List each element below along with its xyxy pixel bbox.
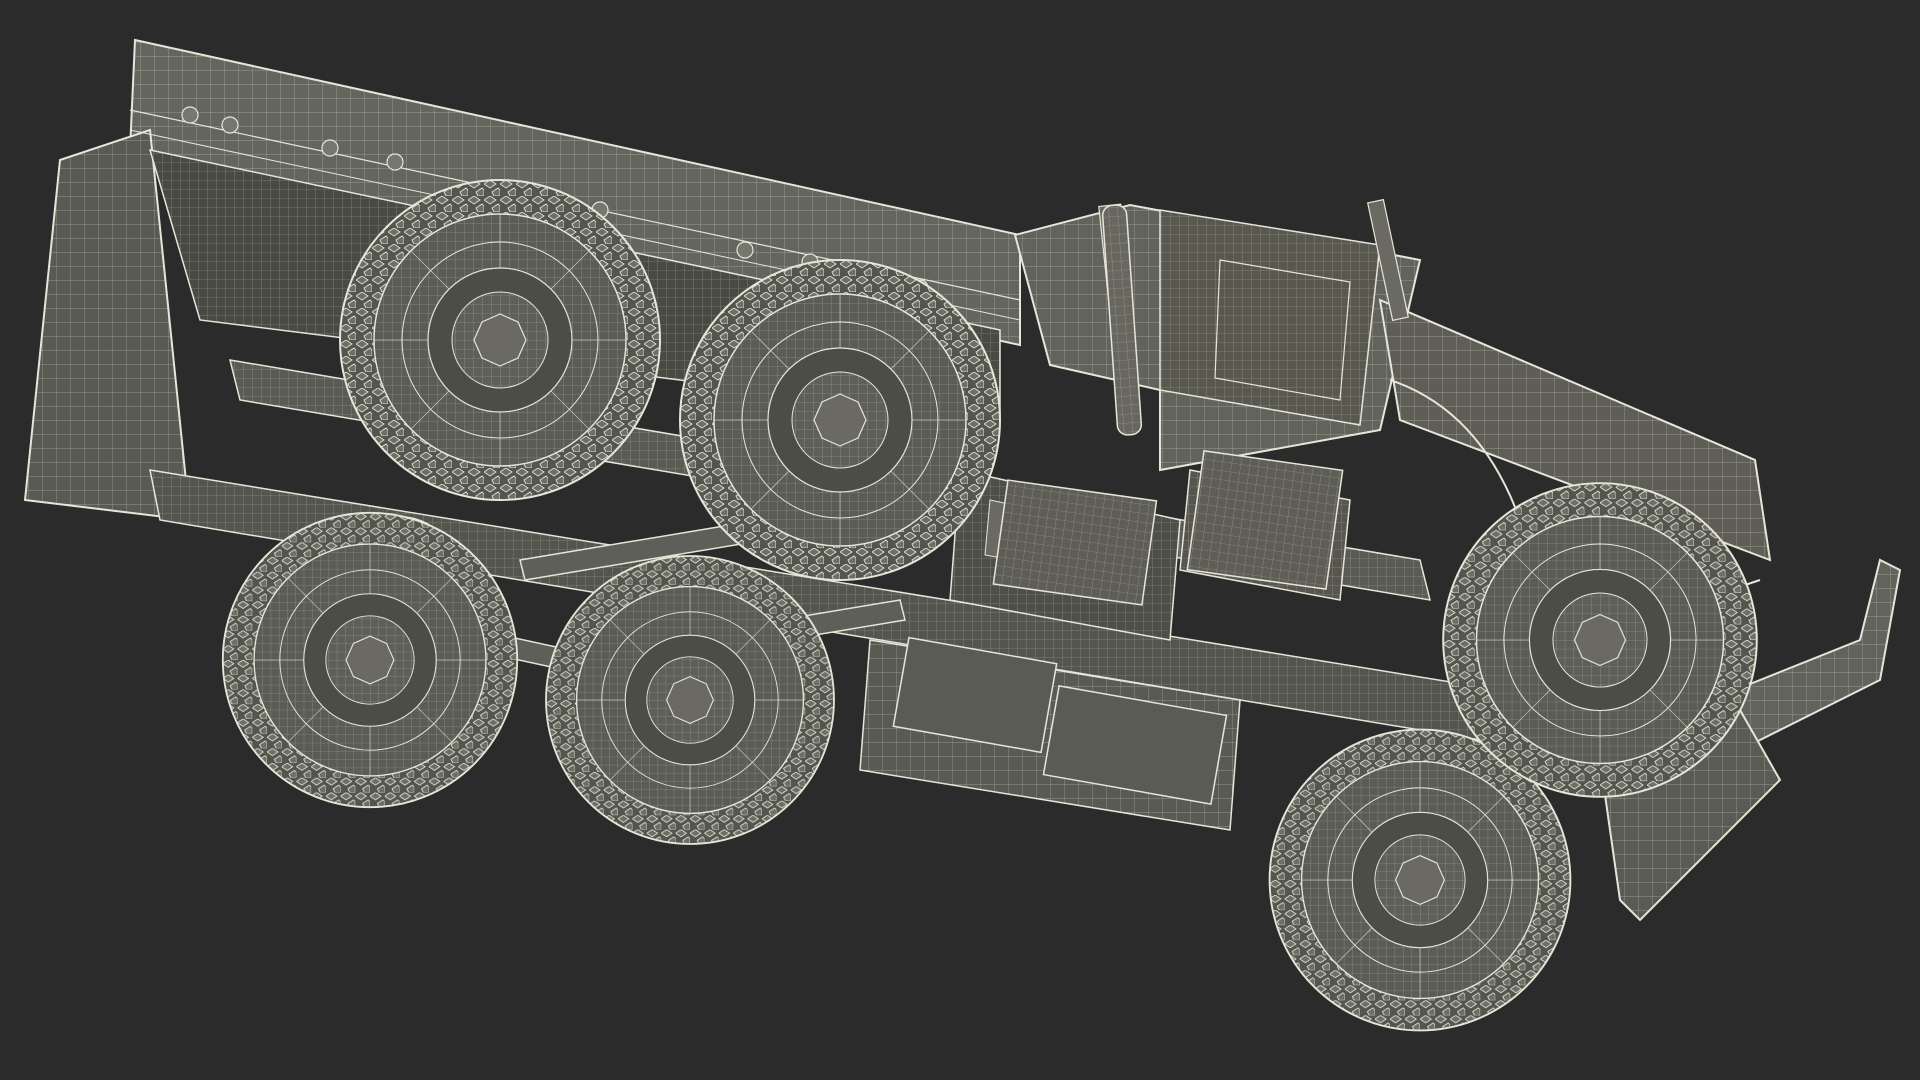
- wheel-rear-left: [221, 511, 519, 809]
- render-viewport: [0, 0, 1920, 1080]
- wheel-middle-right: [679, 259, 1001, 581]
- wheel-rear-right: [339, 179, 661, 501]
- wheel-front-right: [1442, 482, 1758, 798]
- truck-wireframe-render: [0, 0, 1920, 1080]
- wheel-middle-left: [545, 555, 835, 845]
